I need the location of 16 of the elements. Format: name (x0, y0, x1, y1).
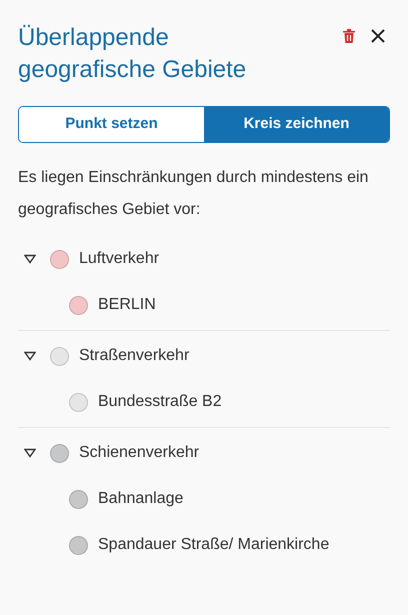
group-label[interactable]: Schienenverkehr (79, 441, 200, 465)
area-label[interactable]: Bundesstraße B2 (98, 390, 222, 414)
area-label[interactable]: Spandauer Straße/ Marienkirche (98, 533, 330, 557)
panel-title: Überlappende geografische Gebiete (18, 23, 248, 85)
group-label[interactable]: Luftverkehr (79, 247, 160, 271)
area-label[interactable]: Bahnanlage (98, 487, 184, 511)
mode-tab[interactable]: Kreis zeichnen (204, 107, 389, 142)
mode-tab[interactable]: Punkt setzen (19, 107, 204, 142)
expand-toggle-icon[interactable] (24, 448, 36, 458)
expand-toggle-icon[interactable] (24, 351, 36, 361)
group-label[interactable]: Straßenverkehr (79, 344, 190, 368)
trash-icon[interactable] (342, 28, 356, 44)
area-label[interactable]: BERLIN (98, 293, 156, 317)
description-text: Es liegen Einschränkungen durch mindestens ein geografisches Gebiet vor: (18, 168, 370, 220)
close-icon[interactable] (370, 28, 386, 44)
expand-toggle-icon[interactable] (24, 254, 36, 264)
